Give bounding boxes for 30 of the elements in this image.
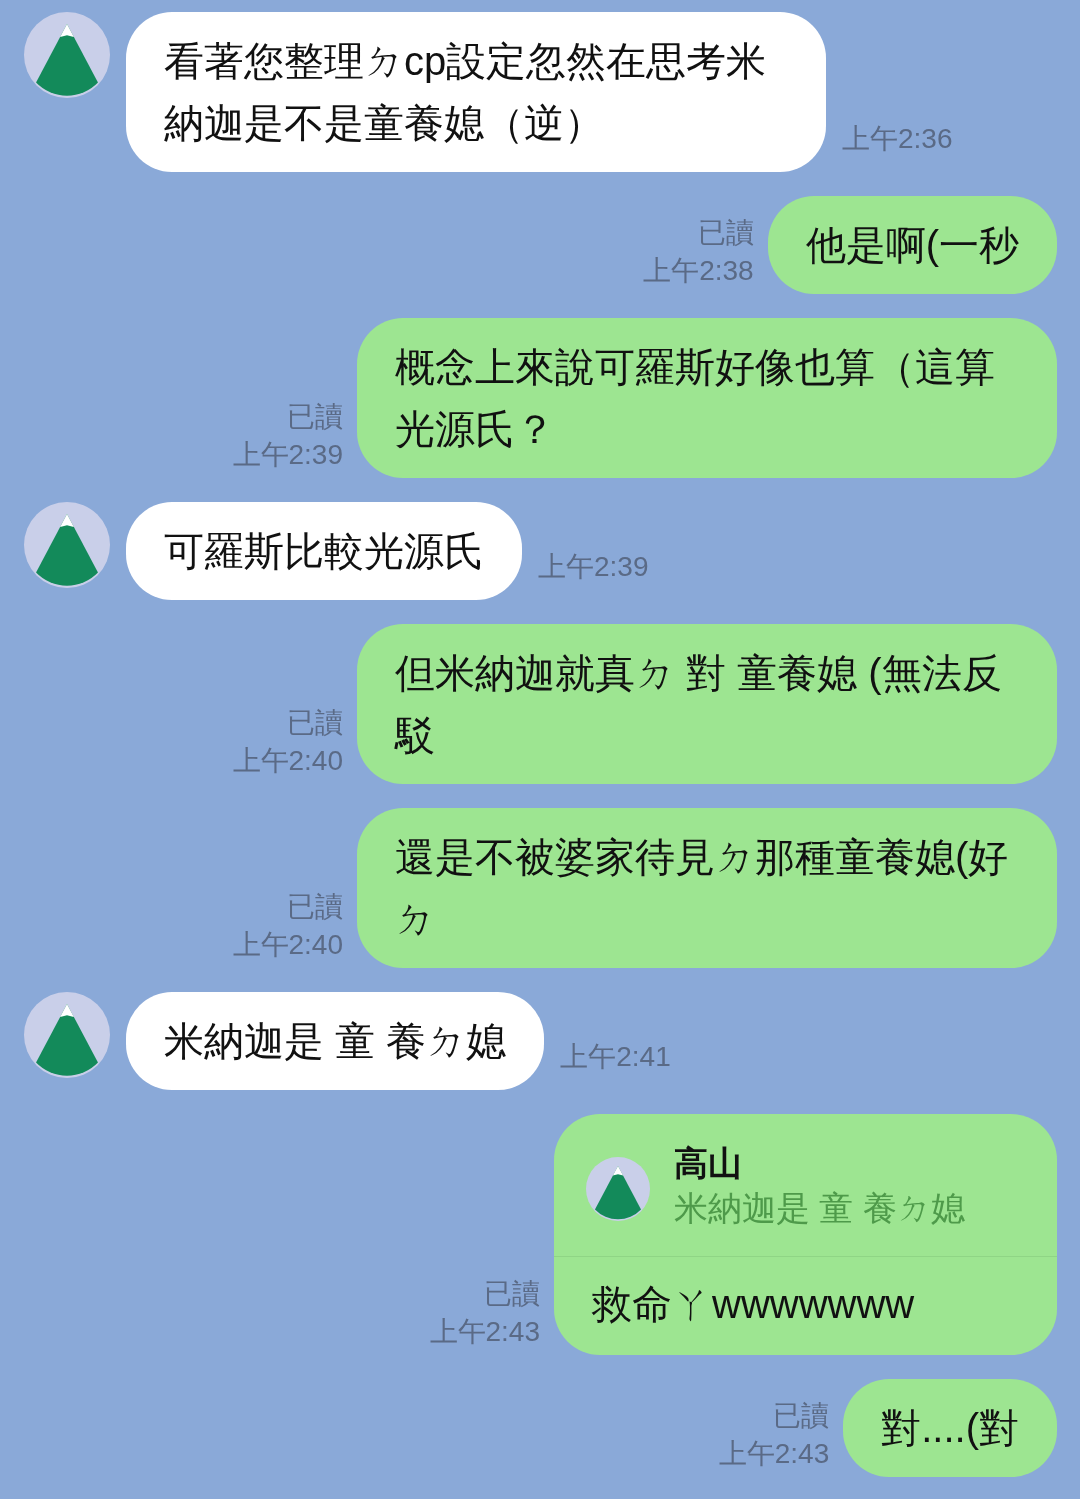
quoted-sender-name: 高山 [674,1143,743,1184]
message-time: 上午2:43 [718,1437,830,1471]
avatar-icon [24,12,110,98]
quoted-message: 米納迦是 童 養ㄉ媳 [674,1188,965,1229]
message-time: 上午2:38 [643,254,754,288]
message-bubble: 對....(對 [843,1379,1057,1477]
read-receipt: 已讀 [286,706,343,740]
message-time: 上午2:41 [559,1040,671,1074]
message-time: 上午2:43 [429,1315,540,1349]
read-receipt: 已讀 [286,890,343,924]
message-bubble: 看著您整理ㄉcp設定忽然在思考米納迦是不是童養媳（逆） [126,12,826,172]
reply-text: 救命ㄚwwwwwww [591,1281,916,1328]
message-bubble: 他是啊(一秒 [767,196,1057,294]
message-time: 上午2:40 [232,928,343,962]
message-bubble: 概念上來說可羅斯好像也算（這算光源氏？ [357,318,1057,478]
read-receipt: 已讀 [772,1399,830,1433]
avatar-icon [586,1155,650,1219]
message-bubble: 還是不被婆家待見ㄉ那種童養媳(好ㄉ [357,808,1057,968]
message-time: 上午2:40 [232,744,343,778]
read-receipt: 已讀 [483,1277,540,1311]
message-time: 上午2:36 [841,122,953,156]
avatar-icon [24,992,110,1078]
message-bubble: 米納迦是 童 養ㄉ媳 [126,992,545,1090]
message-time: 上午2:39 [232,438,343,472]
message-bubble: 可羅斯比較光源氏 [126,502,522,600]
avatar-icon [24,502,110,588]
message-time: 上午2:39 [537,550,649,584]
read-receipt: 已讀 [696,216,754,250]
read-receipt: 已讀 [286,400,343,434]
message-bubble: 但米納迦就真ㄉ 對 童養媳 (無法反駁 [357,624,1057,784]
